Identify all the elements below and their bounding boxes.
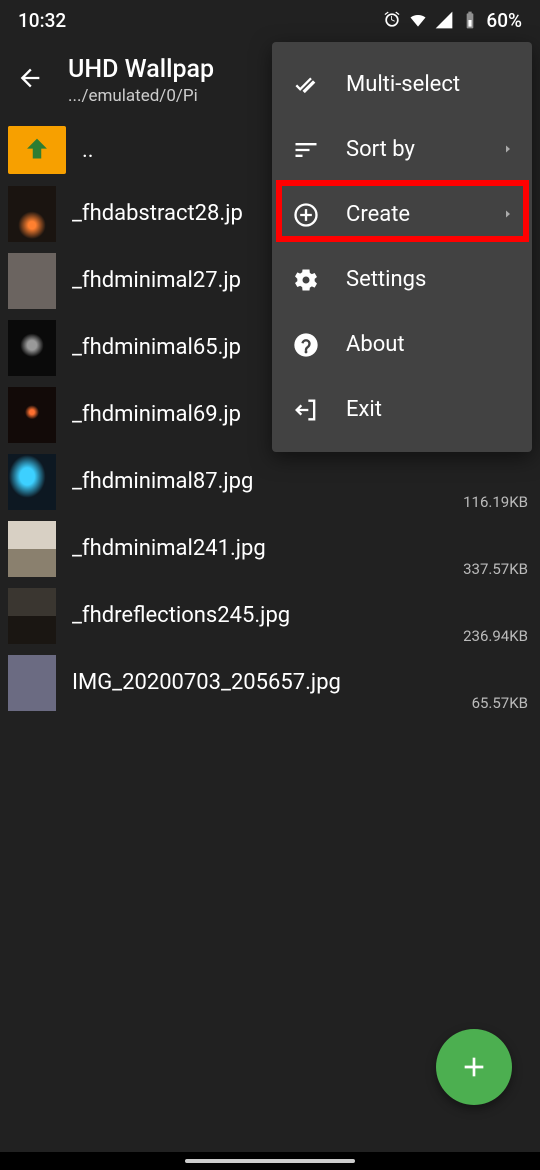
- status-time: 10:32: [18, 9, 66, 32]
- menu-label: Create: [346, 202, 410, 227]
- fab-add[interactable]: [436, 1029, 512, 1105]
- chevron-right-icon: [502, 205, 514, 224]
- file-size: 65.57KB: [472, 694, 528, 712]
- file-thumb: [8, 186, 56, 242]
- wifi-icon: [408, 10, 428, 30]
- file-thumb: [8, 320, 56, 376]
- file-thumb: [8, 454, 56, 510]
- file-thumb: [8, 253, 56, 309]
- parent-dir-label: ..: [82, 138, 94, 163]
- file-name: _fhdminimal241.jpg: [72, 536, 266, 561]
- file-row[interactable]: IMG_20200703_205657.jpg 65.57KB: [0, 649, 540, 716]
- menu-create[interactable]: Create: [272, 182, 532, 247]
- app-title-block: UHD Wallpap .../emulated/0/Pi: [68, 55, 214, 106]
- back-button[interactable]: [16, 64, 44, 96]
- battery-percent: 60%: [486, 9, 522, 32]
- menu-label: About: [346, 332, 405, 357]
- menu-about[interactable]: About: [272, 312, 532, 377]
- file-size: 236.94KB: [463, 627, 528, 645]
- file-name: _fhdreflections245.jpg: [72, 603, 290, 628]
- create-icon: [292, 201, 320, 229]
- overflow-menu: Multi-select Sort by Create Settings Abo…: [272, 42, 532, 452]
- battery-icon: [460, 10, 480, 30]
- folder-up-icon: [8, 126, 66, 174]
- file-name: _fhdminimal69.jp: [72, 402, 241, 427]
- chevron-right-icon: [502, 140, 514, 159]
- file-thumb: [8, 521, 56, 577]
- status-bar: 10:32 60%: [0, 0, 540, 40]
- app-title: UHD Wallpap: [68, 55, 214, 84]
- menu-multi-select[interactable]: Multi-select: [272, 52, 532, 117]
- status-icons: 60%: [382, 9, 522, 32]
- file-name: _fhdminimal87.jpg: [72, 469, 253, 494]
- menu-label: Multi-select: [346, 72, 460, 97]
- nav-indicator[interactable]: [185, 1159, 355, 1163]
- file-row[interactable]: _fhdminimal87.jpg 116.19KB: [0, 448, 540, 515]
- nav-bar: [0, 1152, 540, 1170]
- menu-sort-by[interactable]: Sort by: [272, 117, 532, 182]
- file-row[interactable]: _fhdminimal241.jpg 337.57KB: [0, 515, 540, 582]
- signal-icon: [434, 10, 454, 30]
- file-size: 116.19KB: [463, 493, 528, 511]
- exit-icon: [292, 396, 320, 424]
- plus-icon: [458, 1051, 490, 1083]
- app-path: .../emulated/0/Pi: [68, 86, 214, 106]
- menu-label: Settings: [346, 267, 426, 292]
- menu-settings[interactable]: Settings: [272, 247, 532, 312]
- menu-label: Exit: [346, 397, 382, 422]
- multi-select-icon: [292, 71, 320, 99]
- file-row[interactable]: _fhdreflections245.jpg 236.94KB: [0, 582, 540, 649]
- arrow-back-icon: [16, 64, 44, 92]
- file-name: _fhdminimal27.jp: [72, 268, 241, 293]
- alarm-icon: [382, 10, 402, 30]
- file-name: _fhdabstract28.jp: [72, 201, 243, 226]
- file-thumb: [8, 655, 56, 711]
- file-thumb: [8, 588, 56, 644]
- about-icon: [292, 331, 320, 359]
- file-size: 337.57KB: [463, 560, 528, 578]
- file-thumb: [8, 387, 56, 443]
- arrow-up-icon: [20, 133, 54, 167]
- sort-icon: [292, 136, 320, 164]
- menu-label: Sort by: [346, 137, 415, 162]
- settings-icon: [292, 266, 320, 294]
- menu-exit[interactable]: Exit: [272, 377, 532, 442]
- file-name: _fhdminimal65.jp: [72, 335, 241, 360]
- file-name: IMG_20200703_205657.jpg: [72, 670, 341, 695]
